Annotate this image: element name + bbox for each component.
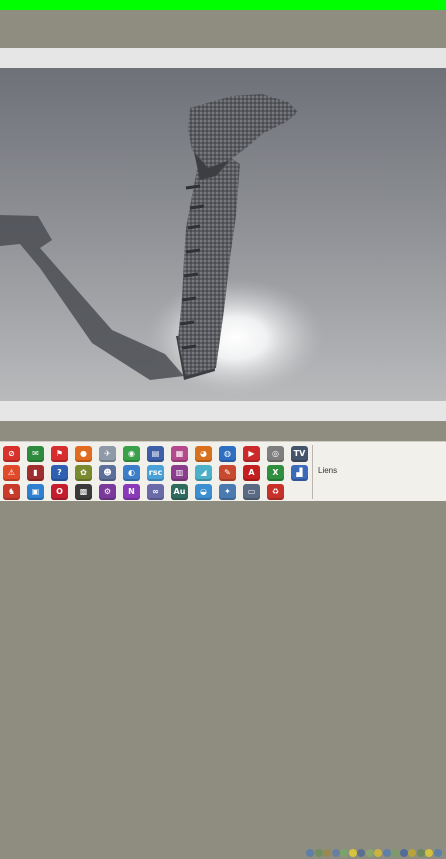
taskbar-divider xyxy=(312,445,313,499)
tray-icon[interactable] xyxy=(323,849,331,857)
tray-icon[interactable] xyxy=(348,849,357,857)
tray-icon[interactable] xyxy=(306,849,314,857)
flag-icon[interactable]: ⚑ xyxy=(51,446,68,462)
recycle-bin-icon[interactable]: ♻ xyxy=(267,484,284,500)
model-shadow xyxy=(0,215,184,380)
3d-scene xyxy=(0,94,325,398)
tray-icon[interactable] xyxy=(408,849,416,857)
notepad-icon[interactable]: ▤ xyxy=(147,446,164,462)
toolbar-light-strip xyxy=(0,48,446,68)
links-toolbar-label: Liens xyxy=(318,466,338,475)
system-tray xyxy=(306,847,446,859)
model-head xyxy=(188,94,298,168)
tray-icon[interactable] xyxy=(391,849,399,857)
search-globe-icon[interactable]: ◒ xyxy=(195,484,212,500)
3d-viewport[interactable] xyxy=(0,68,446,401)
pen-icon[interactable]: ✎ xyxy=(219,465,236,481)
spotlight xyxy=(145,278,325,398)
tray-icon[interactable] xyxy=(433,849,442,857)
chrome-icon[interactable]: ◉ xyxy=(123,446,140,462)
plane-icon[interactable]: ✈ xyxy=(99,446,116,462)
onenote-icon[interactable]: N xyxy=(123,484,140,500)
tool-icon[interactable]: ♞ xyxy=(3,484,20,500)
help-icon[interactable]: ? xyxy=(51,465,68,481)
globe-icon[interactable]: ◍ xyxy=(219,446,236,462)
media-player-icon[interactable]: ▶ xyxy=(243,446,260,462)
tray-icon[interactable] xyxy=(382,849,391,857)
winrar-icon[interactable]: ▥ xyxy=(171,465,188,481)
tray-icon[interactable] xyxy=(416,849,425,857)
status-band xyxy=(0,421,446,857)
tray-icon[interactable] xyxy=(331,849,340,857)
opera-icon[interactable]: O xyxy=(51,484,68,500)
network-icon[interactable]: ✦ xyxy=(219,484,236,500)
screen-icon[interactable]: ▭ xyxy=(243,484,260,500)
tray-icon[interactable] xyxy=(314,849,323,857)
status-light-strip xyxy=(0,401,446,421)
film-icon[interactable]: ▩ xyxy=(75,484,92,500)
gear-icon[interactable]: ⚙ xyxy=(99,484,116,500)
window-title-bar xyxy=(0,0,446,10)
users-icon[interactable]: ☻ xyxy=(99,465,116,481)
tray-icon[interactable] xyxy=(340,849,348,857)
app-blue-icon[interactable]: ▣ xyxy=(27,484,44,500)
firefox-alt-icon[interactable]: ◕ xyxy=(195,446,212,462)
tray-icon[interactable] xyxy=(399,849,408,857)
stats-icon[interactable]: ◢ xyxy=(195,465,212,481)
mail-icon[interactable]: ✉ xyxy=(27,446,44,462)
book-icon[interactable]: ▮ xyxy=(27,465,44,481)
tray-icon[interactable] xyxy=(374,849,382,857)
warning-icon[interactable]: ⚠ xyxy=(3,465,20,481)
pdf-icon[interactable]: A xyxy=(243,465,260,481)
folder-tools-icon[interactable]: ✿ xyxy=(75,465,92,481)
excel-icon[interactable]: X xyxy=(267,465,284,481)
cleanup-icon[interactable]: ◐ xyxy=(123,465,140,481)
tray-icon[interactable] xyxy=(425,849,433,857)
disc-icon[interactable]: ◎ xyxy=(267,446,284,462)
audition-icon[interactable]: Au xyxy=(171,484,188,500)
infinity-icon[interactable]: ∞ xyxy=(147,484,164,500)
taskbar: ⊘ ✉ ⚑ ● ✈ ◉ ▤ ▦ ◕ ◍ ▶ ◎ TV ⚠ ▮? ✿ ☻ ◐ rsc ▥ ◢ ✎ A X ▟ ♞ ▣ O ▩ ⚙ N ∞ Au ◒ ✦… xyxy=(0,441,446,501)
firefox-icon[interactable]: ● xyxy=(75,446,92,462)
quick-launch: ⊘ ✉ ⚑ ● ✈ ◉ ▤ ▦ ◕ ◍ ▶ ◎ TV ⚠ ▮? ✿ ☻ ◐ rsc ▥ ◢ ✎ A X ▟ ♞ ▣ O ▩ ⚙ N ∞ Au ◒ ✦… xyxy=(0,442,312,501)
archive-icon[interactable]: ▦ xyxy=(171,446,188,462)
tv-icon[interactable]: TV xyxy=(291,446,308,462)
chart-icon[interactable]: ▟ xyxy=(291,465,308,481)
tray-icon[interactable] xyxy=(365,849,374,857)
rsc-icon[interactable]: rsc xyxy=(147,465,164,481)
no-entry-icon[interactable]: ⊘ xyxy=(3,446,20,462)
toolbar-band xyxy=(0,10,446,48)
tray-icon[interactable] xyxy=(357,849,365,857)
